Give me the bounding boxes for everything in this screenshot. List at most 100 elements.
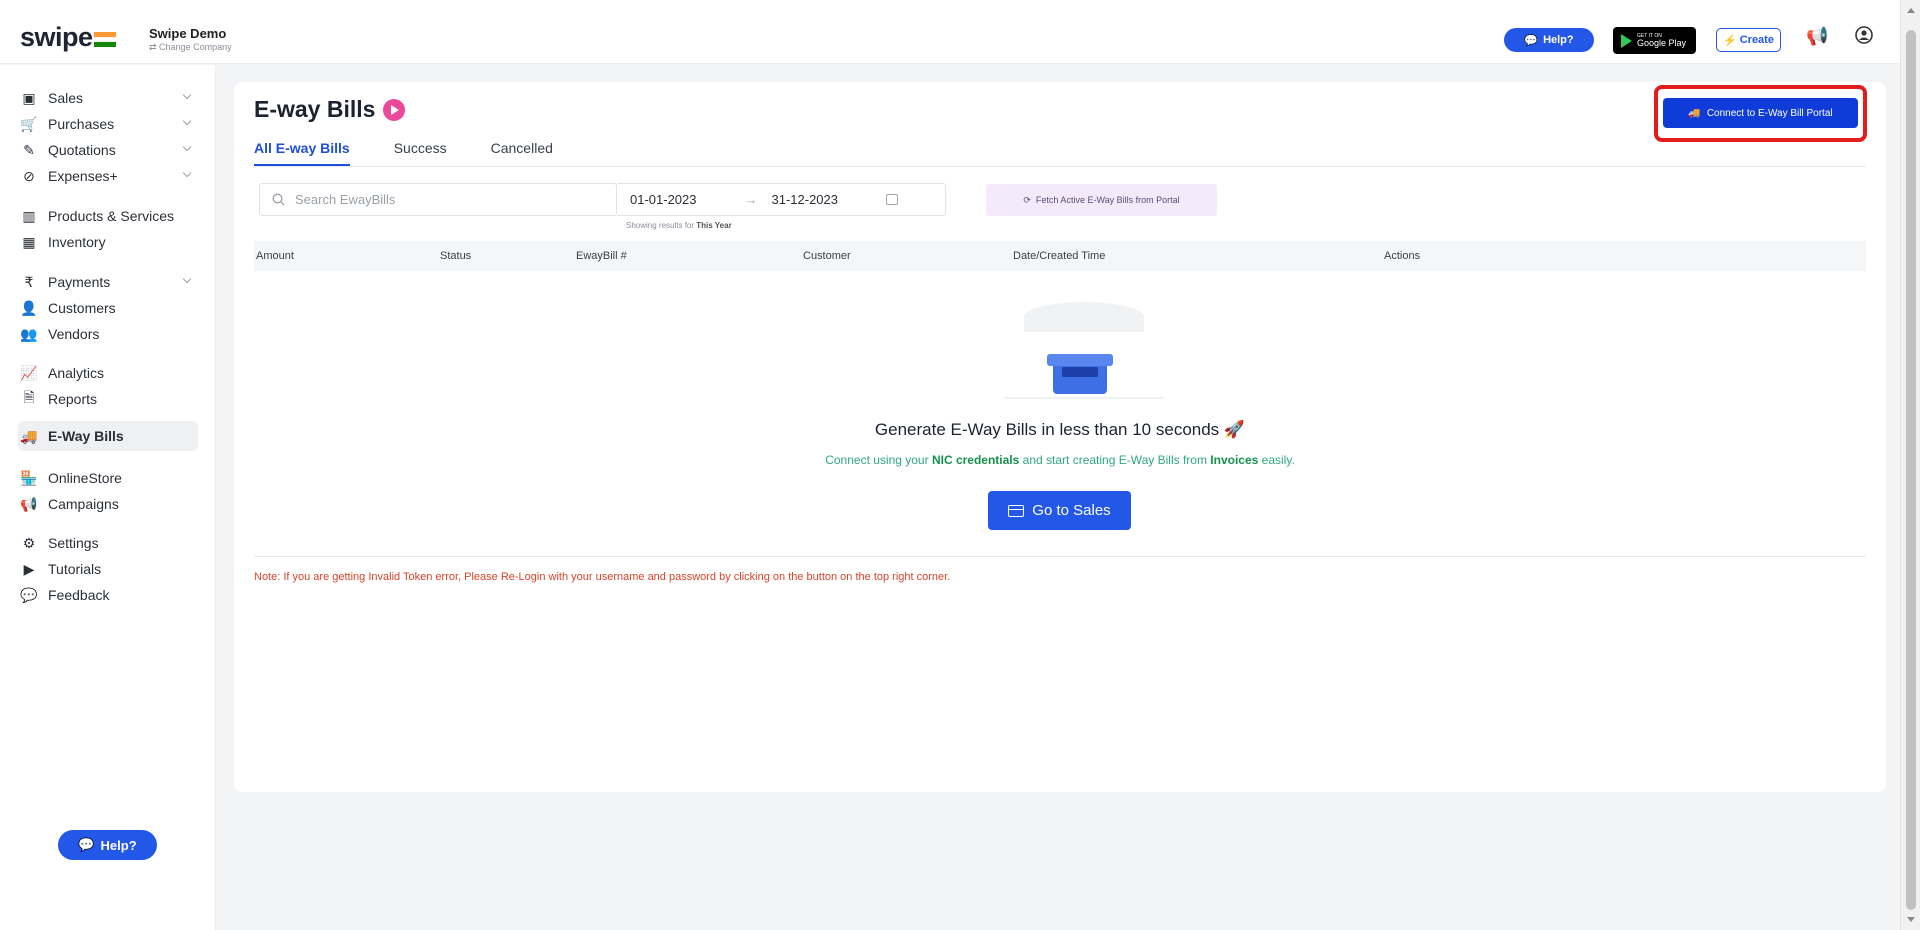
search-input[interactable]: Search EwayBills — [259, 183, 617, 216]
go-to-sales-button[interactable]: Go to Sales — [988, 491, 1131, 530]
sidebar-item-label: Inventory — [48, 234, 106, 250]
truck-icon: 🚚 — [20, 427, 38, 444]
help-button[interactable]: 💬 Help? — [1504, 28, 1594, 52]
youtube-icon: ▶ — [23, 560, 35, 577]
scroll-down-arrow[interactable] — [1907, 917, 1915, 922]
sidebar-item-label: Customers — [48, 300, 116, 316]
sidebar-item-label: Quotations — [48, 142, 116, 158]
connect-label: Connect to E-Way Bill Portal — [1706, 107, 1833, 119]
table-header: Amount Status EwayBill # Customer Date/C… — [254, 241, 1866, 271]
date-range-picker[interactable]: 01-01-2023 → 31-12-2023 — [617, 183, 946, 216]
sidebar: ▣ Sales 🛒 Purchases ✎ Quotations ⊘ Expenses+ ▥ Pr… — [0, 65, 216, 930]
top-bar: swipe Swipe Demo ⇄ Change Company 💬 Help… — [0, 0, 1900, 64]
video-play-icon[interactable] — [383, 98, 406, 121]
sales-icon: ▣ — [22, 89, 36, 106]
create-label: Create — [1739, 34, 1774, 46]
user-icon: 👤 — [20, 299, 38, 316]
rupee-icon: ₹ — [24, 273, 34, 290]
sidebar-item-label: Analytics — [48, 365, 105, 381]
date-to[interactable]: 31-12-2023 — [772, 192, 839, 207]
barcode-icon: ▥ — [22, 207, 36, 224]
company-name: Swipe Demo — [149, 26, 227, 41]
sidebar-item-label: Campaigns — [48, 496, 119, 512]
column-header-status[interactable]: Status — [440, 250, 471, 262]
sidebar-item-label: Sales — [48, 90, 84, 106]
chevron-down-icon[interactable] — [182, 168, 192, 178]
content-divider — [254, 556, 1866, 557]
column-header-customer[interactable]: Customer — [803, 250, 851, 262]
chevron-down-icon[interactable] — [182, 142, 192, 152]
scroll-thumb[interactable] — [1906, 30, 1916, 910]
report-icon: 🗎 — [23, 389, 35, 405]
sidebar-item-label: Products & Services — [48, 208, 175, 224]
arrow-right-icon: → — [744, 192, 758, 207]
megaphone-icon[interactable]: 📢 — [1806, 26, 1828, 47]
change-company-link[interactable]: ⇄ Change Company — [149, 42, 232, 53]
column-header-actions: Actions — [1384, 250, 1421, 262]
chevron-down-icon[interactable] — [182, 90, 192, 100]
sidebar-item-feedback[interactable]: 💬 Feedback — [20, 580, 196, 610]
column-header-date[interactable]: Date/Created Time — [1013, 250, 1105, 262]
feedback-icon: 💬 — [20, 586, 38, 603]
create-button[interactable]: ⚡ Create — [1716, 28, 1781, 52]
gplay-big-text: Google Play — [1637, 37, 1687, 48]
sidebar-item-inventory[interactable]: ▦ Inventory — [20, 227, 196, 257]
fetch-active-eway-bills-button[interactable]: ⟳ Fetch Active E-Way Bills from Portal — [986, 184, 1217, 216]
lightning-icon: ⚡ — [1723, 34, 1737, 47]
sidebar-item-label: Vendors — [48, 326, 100, 342]
tab-cancelled[interactable]: Cancelled — [491, 140, 553, 166]
highlight-box: 🚚 Connect to E-Way Bill Portal — [1654, 85, 1867, 142]
sidebar-item-e-way-bills[interactable]: 🚚 E-Way Bills — [18, 421, 198, 451]
settings-icon: ⚙ — [22, 534, 36, 551]
sidebar-item-vendors[interactable]: 👥 Vendors — [20, 319, 196, 349]
tab-success[interactable]: Success — [394, 140, 447, 166]
chevron-down-icon[interactable] — [182, 116, 192, 126]
refresh-icon: ⟳ — [1023, 194, 1031, 205]
chart-icon: 📈 — [20, 364, 38, 381]
chat-icon: 💬 — [1524, 34, 1539, 47]
empty-state-subtitle: Connect using your NIC credentials and s… — [825, 453, 1295, 467]
page-scrollbar[interactable] — [1900, 0, 1920, 930]
page-title: E-way Bills — [254, 96, 406, 123]
sidebar-item-expenses[interactable]: ⊘ Expenses+ — [20, 161, 196, 191]
sidebar-item-label: Reports — [48, 391, 98, 407]
sidebar-item-label: OnlineStore — [48, 470, 122, 486]
megaphone-icon: 📢 — [20, 495, 38, 512]
column-header-ewaybill[interactable]: EwayBill # — [576, 250, 627, 262]
users-icon: 👥 — [20, 325, 38, 342]
tag-icon: ⊘ — [23, 167, 35, 184]
play-store-icon — [1621, 33, 1632, 48]
sidebar-item-label: Settings — [48, 535, 99, 551]
sidebar-item-label: Expenses+ — [48, 168, 118, 184]
showing-results-text: Showing results for This Year — [626, 221, 732, 230]
swipe-logo[interactable]: swipe — [20, 22, 93, 53]
go-to-sales-label: Go to Sales — [1032, 502, 1111, 519]
fetch-label: Fetch Active E-Way Bills from Portal — [1035, 195, 1180, 205]
sidebar-item-label: Tutorials — [48, 561, 102, 577]
sidebar-help-label: Help? — [100, 837, 137, 853]
page-title-text: E-way Bills — [254, 96, 376, 122]
user-account-icon[interactable] — [1855, 26, 1873, 49]
chat-icon: 💬 — [78, 837, 95, 852]
search-placeholder: Search EwayBills — [295, 192, 396, 207]
scroll-up-arrow[interactable] — [1907, 8, 1915, 13]
empty-state-title: Generate E-Way Bills in less than 10 sec… — [874, 420, 1246, 439]
inventory-icon: ▦ — [22, 233, 36, 250]
sidebar-item-reports[interactable]: 🗎 Reports — [20, 384, 196, 414]
cart-icon: 🛒 — [20, 115, 38, 132]
google-play-badge[interactable]: GET IT ON Google Play — [1613, 27, 1696, 54]
credit-card-icon — [1008, 504, 1025, 517]
column-header-amount[interactable]: Amount — [256, 250, 294, 262]
connect-eway-portal-button[interactable]: 🚚 Connect to E-Way Bill Portal — [1663, 98, 1858, 128]
tab-all-eway-bills[interactable]: All E-way Bills — [254, 140, 350, 166]
india-flag-icon — [94, 32, 116, 47]
truck-icon: 🚚 — [1688, 107, 1701, 119]
sidebar-item-campaigns[interactable]: 📢 Campaigns — [20, 489, 196, 519]
help-label: Help? — [1543, 34, 1574, 46]
company-switcher[interactable]: Swipe Demo ⇄ Change Company — [149, 26, 232, 53]
tab-bar: All E-way Bills Success Cancelled — [254, 140, 597, 166]
chevron-down-icon[interactable] — [182, 274, 192, 284]
date-from[interactable]: 01-01-2023 — [630, 192, 697, 207]
search-icon — [272, 193, 285, 206]
sidebar-help-button[interactable]: 💬 Help? — [58, 830, 157, 860]
